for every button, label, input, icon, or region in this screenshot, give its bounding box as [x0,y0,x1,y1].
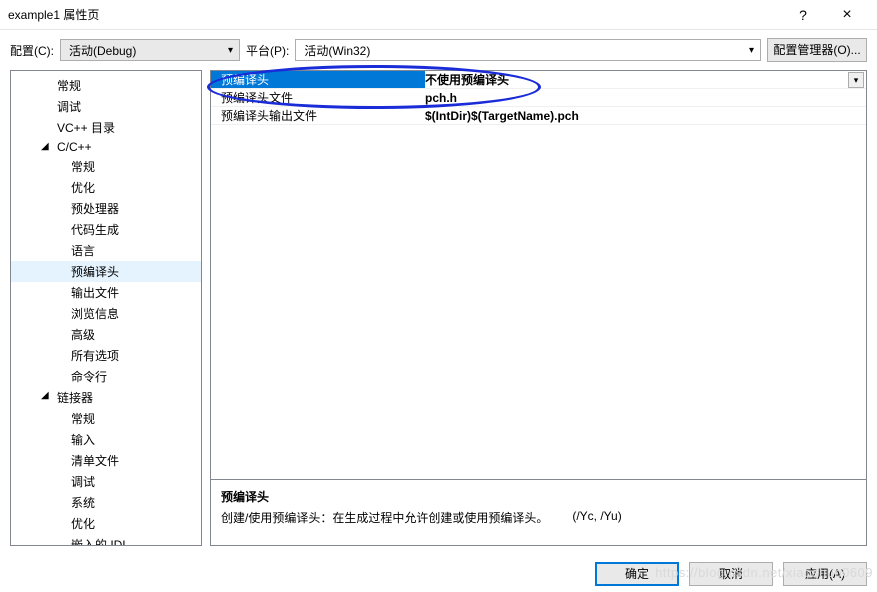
platform-label: 平台(P): [246,42,289,59]
tree-item-label: 调试 [71,475,95,489]
property-value[interactable]: pch.h [425,91,866,105]
tree-item-label: 优化 [71,181,95,195]
property-row[interactable]: 预编译头文件pch.h [211,89,866,107]
tree-item-label: 清单文件 [71,454,119,468]
tree-item[interactable]: 预处理器 [11,198,201,219]
description-body: 创建/使用预编译头：在生成过程中允许创建或使用预编译头。 [221,509,548,526]
description-title: 预编译头 [221,488,856,505]
config-value: 活动(Debug) [69,42,136,59]
tree-item-label: 命令行 [71,370,107,384]
expand-arrow-icon: ◢ [41,141,49,152]
help-button[interactable]: ? [781,0,825,30]
property-row[interactable]: 预编译头输出文件$(IntDir)$(TargetName).pch [211,107,866,125]
property-name: 预编译头文件 [211,89,425,106]
tree-item-label: 高级 [71,328,95,342]
platform-value: 活动(Win32) [304,42,370,59]
tree-item-label: 常规 [57,79,81,93]
tree-item-label: 嵌入的 IDL [71,538,129,546]
ok-button[interactable]: 确定 [595,562,679,586]
tree-item-label: 调试 [57,100,81,114]
tree-item-label: VC++ 目录 [57,121,115,135]
tree-item[interactable]: 调试 [11,96,201,117]
chevron-down-icon: ▾ [749,45,754,56]
tree-item[interactable]: ◢ C/C++ [11,138,201,156]
tree-item[interactable]: 输出文件 [11,282,201,303]
property-row[interactable]: 预编译头不使用预编译头▾ [211,71,866,89]
property-grid: 预编译头不使用预编译头▾预编译头文件pch.h预编译头输出文件$(IntDir)… [211,71,866,479]
cancel-button[interactable]: 取消 [689,562,773,586]
tree-item[interactable]: 高级 [11,324,201,345]
tree-item-label: 预编译头 [71,265,119,279]
tree-item[interactable]: ◢ 链接器 [11,387,201,408]
tree-item-label: 浏览信息 [71,307,119,321]
tree-item-label: 输出文件 [71,286,119,300]
property-name: 预编译头 [211,71,425,88]
description-flags: (/Yc, /Yu) [572,509,621,526]
platform-combo[interactable]: 活动(Win32) ▾ [295,39,761,61]
tree-item-label: 所有选项 [71,349,119,363]
tree-item-label: 预处理器 [71,202,119,216]
tree-item-label: 系统 [71,496,95,510]
tree-item-label: 链接器 [57,391,93,405]
tree-item-label: 常规 [71,412,95,426]
chevron-down-icon: ▾ [228,45,233,56]
tree-item[interactable]: 常规 [11,75,201,96]
tree-item-label: 输入 [71,433,95,447]
tree-item[interactable]: 输入 [11,429,201,450]
property-value[interactable]: $(IntDir)$(TargetName).pch [425,109,866,123]
tree-item[interactable]: VC++ 目录 [11,117,201,138]
tree-item[interactable]: 清单文件 [11,450,201,471]
config-manager-button[interactable]: 配置管理器(O)... [767,38,867,62]
config-label: 配置(C): [10,42,54,59]
tree-item-label: 常规 [71,160,95,174]
tree-item[interactable]: 优化 [11,513,201,534]
tree-item[interactable]: 系统 [11,492,201,513]
tree-item[interactable]: 代码生成 [11,219,201,240]
apply-button[interactable]: 应用(A) [783,562,867,586]
expand-arrow-icon: ◢ [41,390,49,401]
close-button[interactable]: × [825,0,869,30]
window-title: example1 属性页 [8,6,781,23]
tree-item-label: 优化 [71,517,95,531]
tree-item[interactable]: 常规 [11,408,201,429]
tree-item-label: 语言 [71,244,95,258]
property-name: 预编译头输出文件 [211,107,425,124]
tree-item[interactable]: 所有选项 [11,345,201,366]
description-panel: 预编译头 创建/使用预编译头：在生成过程中允许创建或使用预编译头。 (/Yc, … [211,479,866,545]
dropdown-button[interactable]: ▾ [848,72,864,88]
category-tree[interactable]: 常规调试VC++ 目录◢C/C++常规优化预处理器代码生成语言预编译头输出文件浏… [10,70,202,546]
tree-item[interactable]: 预编译头 [11,261,201,282]
tree-item[interactable]: 优化 [11,177,201,198]
tree-item[interactable]: 常规 [11,156,201,177]
config-combo[interactable]: 活动(Debug) ▾ [60,39,240,61]
tree-item[interactable]: 调试 [11,471,201,492]
tree-item[interactable]: 语言 [11,240,201,261]
tree-item-label: C/C++ [57,140,92,154]
tree-item[interactable]: 嵌入的 IDL [11,534,201,546]
tree-item[interactable]: 浏览信息 [11,303,201,324]
tree-item-label: 代码生成 [71,223,119,237]
property-value[interactable]: 不使用预编译头 [425,71,848,88]
tree-item[interactable]: 命令行 [11,366,201,387]
